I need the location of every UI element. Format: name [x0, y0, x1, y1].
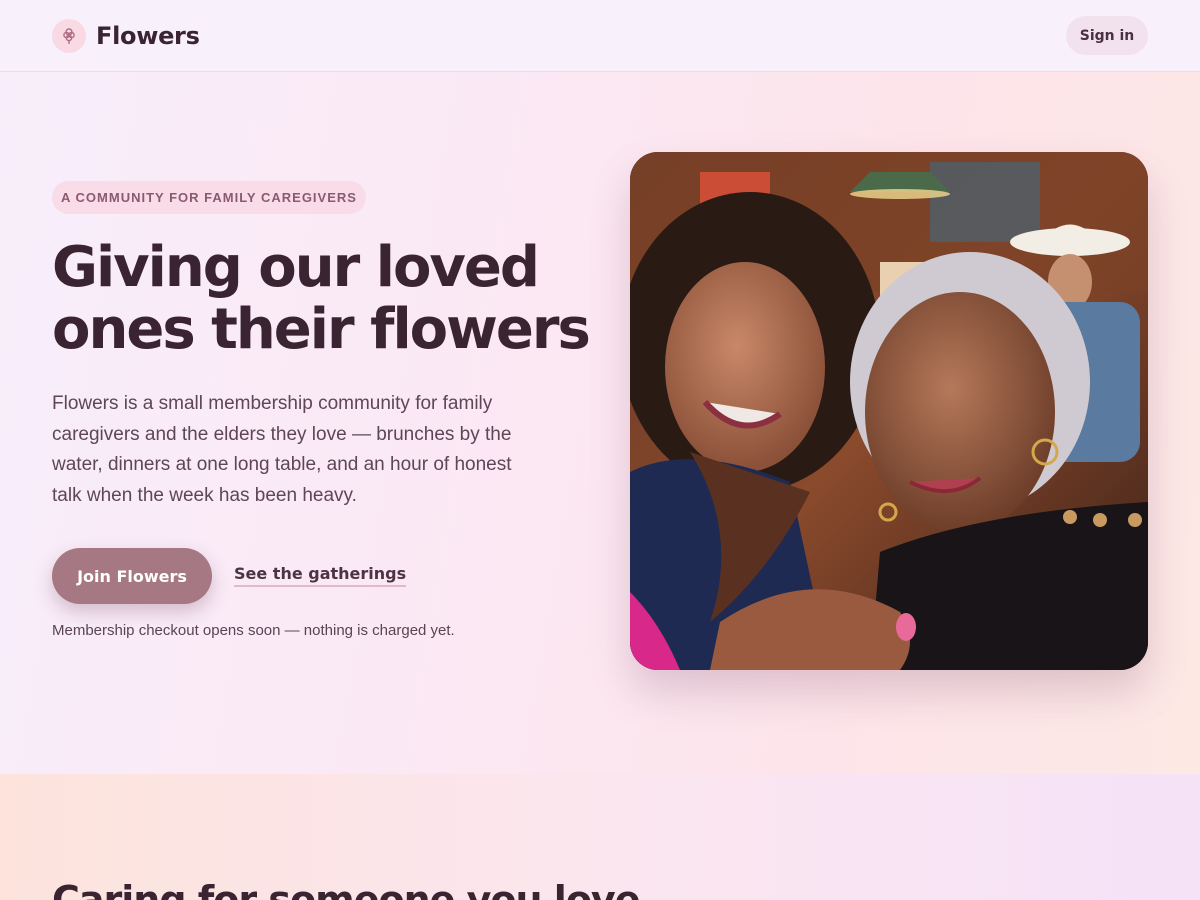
eyebrow-badge: A COMMUNITY FOR FAMILY CAREGIVERS: [52, 181, 366, 214]
hero-title: Giving our loved ones their flowers: [52, 237, 592, 361]
hero-photo: [630, 152, 1148, 670]
hero-photo-illustration: [630, 152, 1148, 670]
hero-title-line-2: ones their flowers: [52, 297, 591, 362]
sign-in-button[interactable]: Sign in: [1066, 16, 1148, 55]
hero-title-line-1: Giving our loved: [52, 235, 540, 300]
join-button[interactable]: Join Flowers: [52, 548, 212, 604]
hero-section: A COMMUNITY FOR FAMILY CAREGIVERS Giving…: [0, 72, 1200, 774]
hero-description: Flowers is a small membership community …: [52, 393, 512, 506]
site-header: Flowers Sign in: [0, 0, 1200, 72]
flower-icon: [52, 19, 86, 53]
brand[interactable]: Flowers: [52, 19, 200, 53]
checkout-note: Membership checkout opens soon — nothing…: [52, 622, 455, 639]
see-gatherings-link[interactable]: See the gatherings: [234, 564, 407, 587]
brand-name: Flowers: [96, 22, 200, 50]
caring-section-title: Caring for someone you love: [52, 878, 640, 900]
caring-section: Caring for someone you love: [0, 774, 1200, 900]
